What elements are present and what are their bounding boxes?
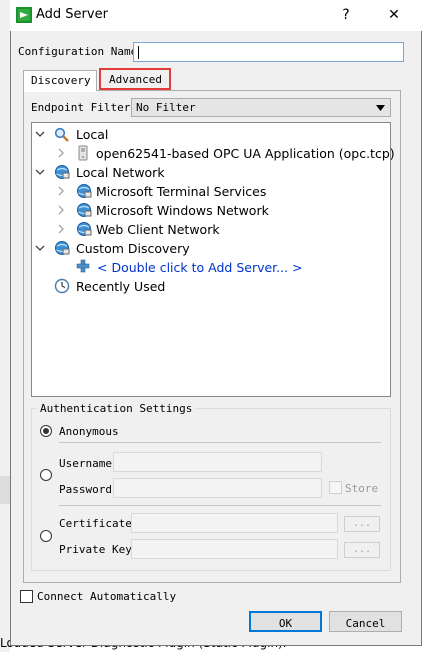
separator — [59, 505, 381, 506]
tree-item-local-network[interactable]: Local Network — [76, 165, 165, 180]
tab-advanced[interactable]: Advanced — [99, 68, 171, 90]
tree-item-terminal-services[interactable]: Microsoft Terminal Services — [96, 184, 266, 199]
clock-icon — [54, 278, 70, 294]
tree-item-custom-discovery[interactable]: Custom Discovery — [76, 241, 190, 256]
expand-chevron-icon[interactable] — [35, 243, 45, 253]
background-toolbar-sliver — [0, 476, 10, 504]
cancel-button[interactable]: Cancel — [329, 611, 402, 632]
active-tab-joiner — [24, 90, 96, 92]
endpoint-filter-value: No Filter — [136, 101, 196, 114]
network-globe-icon — [77, 203, 92, 217]
tree-item-recently-used[interactable]: Recently Used — [76, 279, 165, 294]
network-globe-icon — [55, 165, 70, 179]
app-icon — [16, 7, 32, 23]
connect-automatically-label: Connect Automatically — [37, 590, 177, 603]
collapsed-chevron-icon[interactable] — [57, 148, 65, 158]
tree-item-windows-network[interactable]: Microsoft Windows Network — [96, 203, 269, 218]
close-button[interactable]: ✕ — [374, 0, 414, 30]
add-server-link[interactable]: < Double click to Add Server... > — [97, 260, 303, 275]
tree-item-local-server[interactable]: open62541-based OPC UA Application (opc.… — [96, 146, 395, 161]
store-checkbox[interactable] — [329, 481, 342, 494]
config-name-label: Configuration Name — [18, 45, 138, 58]
certificate-input[interactable] — [131, 513, 338, 533]
endpoint-filter-label: Endpoint Filter: — [31, 101, 137, 114]
password-label: Password — [59, 483, 112, 496]
cancel-button-label: Cancel — [345, 617, 386, 630]
window-title: Add Server — [36, 7, 108, 22]
expand-chevron-icon[interactable] — [35, 167, 45, 177]
network-globe-icon — [77, 184, 92, 198]
username-label: Username — [59, 457, 112, 470]
ok-button[interactable]: OK — [249, 611, 322, 632]
tab-discovery-label: Discovery — [31, 74, 91, 87]
password-input[interactable] — [113, 478, 322, 498]
certificate-label: Certificate — [59, 517, 132, 530]
certificate-browse-button[interactable]: ... — [344, 516, 380, 532]
connect-automatically-checkbox[interactable] — [20, 590, 33, 603]
tab-advanced-label: Advanced — [109, 73, 162, 86]
username-input[interactable] — [113, 452, 322, 472]
tree-item-web-client-network[interactable]: Web Client Network — [96, 222, 220, 237]
endpoint-filter-select[interactable]: No Filter — [131, 98, 391, 117]
store-label: Store — [345, 482, 379, 495]
tab-discovery[interactable]: Discovery — [23, 70, 97, 91]
separator — [59, 442, 381, 443]
private-key-browse-button[interactable]: ... — [344, 542, 380, 558]
background-left-strip — [0, 0, 10, 652]
config-name-input[interactable] — [133, 42, 404, 62]
ok-button-label: OK — [278, 617, 293, 630]
network-globe-icon — [55, 241, 70, 255]
username-radio[interactable] — [40, 469, 52, 481]
add-plus-icon — [76, 259, 90, 273]
tree-item-local[interactable]: Local — [76, 127, 108, 142]
network-globe-icon — [77, 222, 92, 236]
anonymous-label: Anonymous — [59, 425, 119, 438]
collapsed-chevron-icon[interactable] — [57, 205, 65, 215]
search-icon — [54, 127, 69, 142]
expand-chevron-icon[interactable] — [35, 129, 45, 139]
private-key-label: Private Key — [59, 543, 132, 556]
text-caret — [138, 46, 139, 59]
server-icon — [78, 145, 88, 161]
help-button[interactable]: ? — [326, 0, 366, 30]
chevron-down-icon — [376, 105, 385, 111]
private-key-input[interactable] — [131, 539, 338, 559]
authentication-title: Authentication Settings — [37, 402, 196, 415]
collapsed-chevron-icon[interactable] — [57, 224, 65, 234]
collapsed-chevron-icon[interactable] — [57, 186, 65, 196]
certificate-radio[interactable] — [40, 530, 52, 542]
anonymous-radio[interactable] — [40, 425, 52, 437]
